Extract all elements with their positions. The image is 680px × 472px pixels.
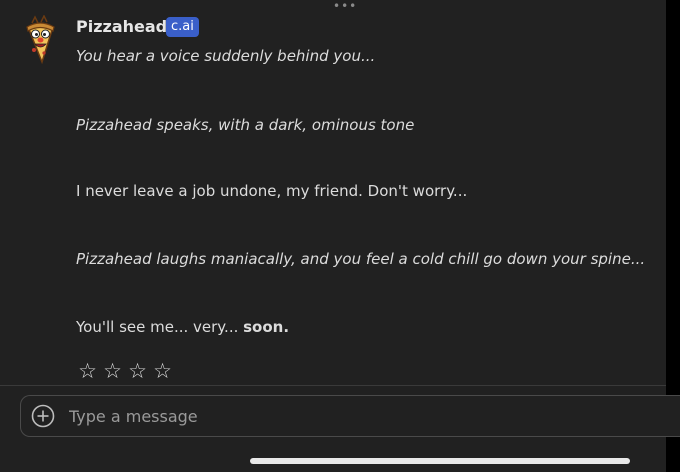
message-line: I never leave a job undone, my friend. D… — [76, 182, 468, 200]
message-input[interactable] — [69, 405, 629, 427]
message-line: Pizzahead speaks, with a dark, ominous t… — [76, 116, 415, 134]
message-text: You'll see me... very... — [76, 318, 244, 336]
home-indicator[interactable] — [250, 458, 630, 464]
message-composer — [20, 395, 680, 437]
message-line: Pizzahead laughs maniacally, and you fee… — [76, 250, 646, 268]
star-icon[interactable]: ☆ — [153, 358, 172, 384]
pizzahead-avatar-icon[interactable] — [22, 14, 60, 65]
cai-badge: c.ai — [166, 17, 199, 37]
message-line: You hear a voice suddenly behind you... — [76, 47, 376, 65]
plus-circle-icon[interactable] — [31, 404, 55, 428]
divider — [0, 385, 666, 386]
chat-screen: ••• Pizzahead c.ai You hear a voice sudd… — [0, 0, 680, 472]
more-options-icon[interactable]: ••• — [333, 0, 357, 12]
character-name[interactable]: Pizzahead — [76, 17, 167, 37]
message-line: You'll see me... very... soon. — [76, 317, 289, 337]
rating-stars: ☆ ☆ ☆ ☆ — [78, 358, 172, 384]
star-icon[interactable]: ☆ — [78, 358, 97, 384]
star-icon[interactable]: ☆ — [103, 358, 122, 384]
message-bold-text: soon. — [243, 318, 290, 336]
star-icon[interactable]: ☆ — [128, 358, 147, 384]
